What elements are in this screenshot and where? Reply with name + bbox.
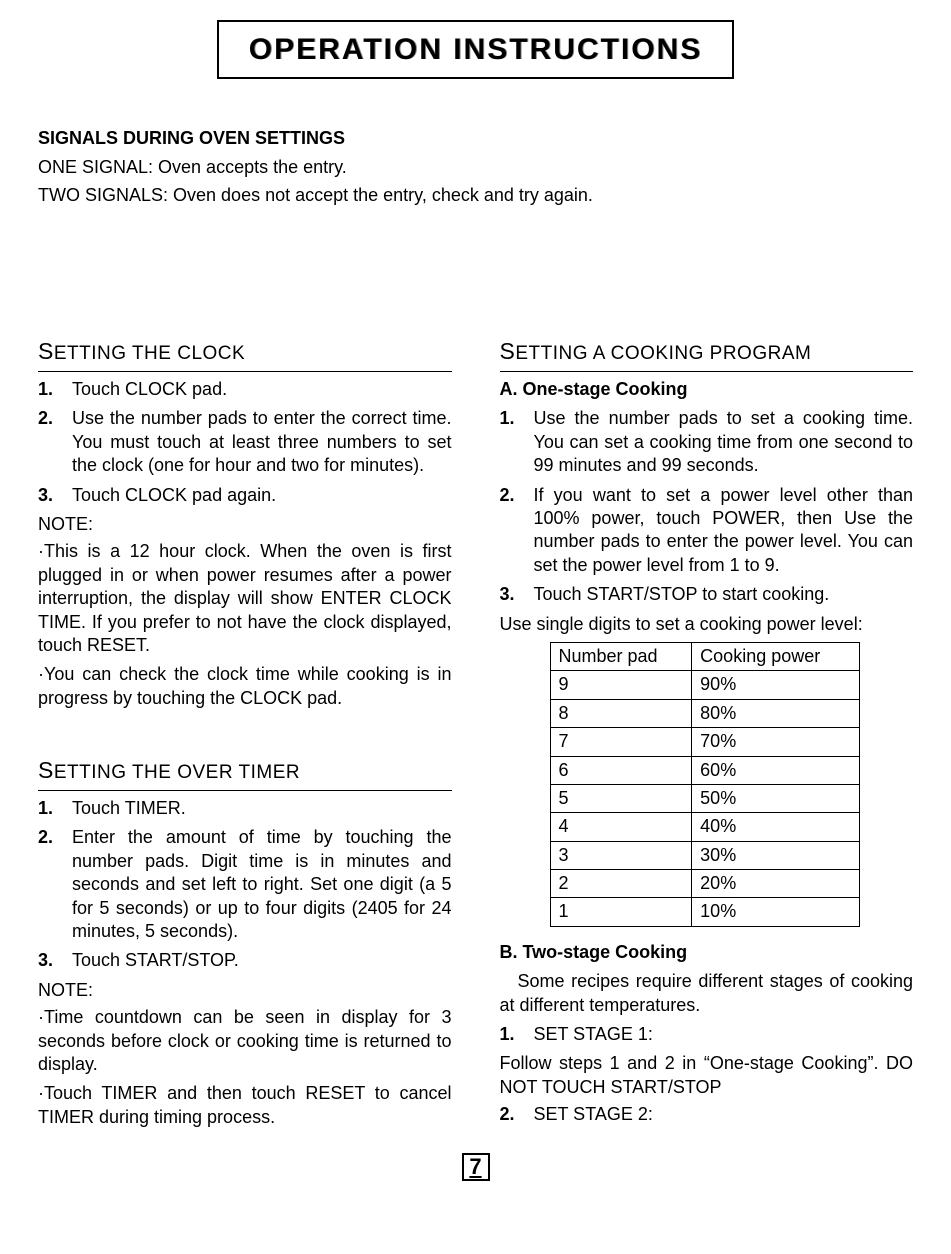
list-item: 1.Use the number pads to set a cooking t… <box>500 407 914 477</box>
section-heading-timer: SETTING THE OVER TIMER <box>38 756 452 791</box>
list-item: 2.SET STAGE 2: <box>500 1103 914 1126</box>
right-column: SETTING A COOKING PROGRAM A. One-stage C… <box>500 337 914 1135</box>
list-item: 1.Touch CLOCK pad. <box>38 378 452 401</box>
table-cell: 90% <box>692 671 859 699</box>
table-cell: 7 <box>550 728 692 756</box>
table-header: Number pad <box>550 642 692 670</box>
note-label: NOTE: <box>38 513 452 536</box>
step-number: 3. <box>38 484 72 507</box>
section-heading-cooking: SETTING A COOKING PROGRAM <box>500 337 914 372</box>
step-text: Use the number pads to set a cooking tim… <box>534 407 914 477</box>
intro-heading: SIGNALS DURING OVEN SETTINGS <box>38 127 913 150</box>
table-row: 110% <box>550 898 859 926</box>
table-cell: 3 <box>550 841 692 869</box>
intro-line-1: ONE SIGNAL: Oven accepts the entry. <box>38 156 913 179</box>
table-cell: 4 <box>550 813 692 841</box>
list-item: 3.Touch CLOCK pad again. <box>38 484 452 507</box>
table-cell: 9 <box>550 671 692 699</box>
section-heading-clock: SETTING THE CLOCK <box>38 337 452 372</box>
timer-steps: 1.Touch TIMER. 2.Enter the amount of tim… <box>38 797 452 973</box>
table-cell: 2 <box>550 870 692 898</box>
step-number: 1. <box>38 378 72 401</box>
table-row: 440% <box>550 813 859 841</box>
step-number: 3. <box>38 949 72 972</box>
table-cell: 60% <box>692 756 859 784</box>
table-cell: 80% <box>692 699 859 727</box>
heading-rest: ETTING THE OVER TIMER <box>54 762 300 783</box>
list-item: 2.If you want to set a power level other… <box>500 484 914 578</box>
table-header: Cooking power <box>692 642 859 670</box>
step-number: 1. <box>500 1023 534 1046</box>
title-box: OPERATION INSTRUCTIONS <box>217 20 734 79</box>
table-cell: 10% <box>692 898 859 926</box>
step-number: 2. <box>38 407 72 477</box>
note-bullet: ·Time countdown can be seen in display f… <box>38 1006 452 1076</box>
step-number: 2. <box>500 484 534 578</box>
cook-b-steps-2: 2.SET STAGE 2: <box>500 1103 914 1126</box>
step-number: 3. <box>500 583 534 606</box>
step-text: SET STAGE 2: <box>534 1103 914 1126</box>
heading-cap: S <box>38 757 54 783</box>
list-item: 3.Touch START/STOP. <box>38 949 452 972</box>
intro-line-2: TWO SIGNALS: Oven does not accept the en… <box>38 184 913 207</box>
table-row: 550% <box>550 784 859 812</box>
two-column-layout: SETTING THE CLOCK 1.Touch CLOCK pad. 2.U… <box>38 337 913 1135</box>
note-bullet: ·Touch TIMER and then touch RESET to can… <box>38 1082 452 1129</box>
table-row: 220% <box>550 870 859 898</box>
list-item: 2.Use the number pads to enter the corre… <box>38 407 452 477</box>
step-text: Touch CLOCK pad. <box>72 378 452 401</box>
step-text: Use the number pads to enter the correct… <box>72 407 452 477</box>
page-title: OPERATION INSTRUCTIONS <box>249 33 702 66</box>
step-text: Touch START/STOP. <box>72 949 452 972</box>
heading-cap: S <box>38 338 54 364</box>
step-number: 1. <box>38 797 72 820</box>
step-number: 1. <box>500 407 534 477</box>
table-row: 330% <box>550 841 859 869</box>
b-follow-text: Follow steps 1 and 2 in “One-stage Cooki… <box>500 1052 914 1099</box>
left-column: SETTING THE CLOCK 1.Touch CLOCK pad. 2.U… <box>38 337 452 1135</box>
cook-b-steps: 1.SET STAGE 1: <box>500 1023 914 1046</box>
table-cell: 8 <box>550 699 692 727</box>
power-table-caption: Use single digits to set a cooking power… <box>500 613 914 636</box>
table-row: 660% <box>550 756 859 784</box>
power-level-table: Number pad Cooking power 990% 880% 770% … <box>550 642 860 927</box>
step-text: Touch START/STOP to start cooking. <box>534 583 914 606</box>
step-number: 2. <box>38 826 72 943</box>
subheading-b: B. Two-stage Cooking <box>500 941 914 964</box>
step-number: 2. <box>500 1103 534 1126</box>
note-bullet: ·You can check the clock time while cook… <box>38 663 452 710</box>
step-text: Enter the amount of time by touching the… <box>72 826 452 943</box>
table-cell: 30% <box>692 841 859 869</box>
list-item: 1.SET STAGE 1: <box>500 1023 914 1046</box>
clock-steps: 1.Touch CLOCK pad. 2.Use the number pads… <box>38 378 452 507</box>
heading-rest: ETTING THE CLOCK <box>54 343 245 364</box>
intro-block: SIGNALS DURING OVEN SETTINGS ONE SIGNAL:… <box>38 127 913 207</box>
heading-rest: ETTING A COOKING PROGRAM <box>515 343 811 364</box>
subheading-a: A. One-stage Cooking <box>500 378 914 401</box>
b-intro-paragraph: Some recipes require different stages of… <box>500 970 914 1017</box>
note-label: NOTE: <box>38 979 452 1002</box>
cook-a-steps: 1.Use the number pads to set a cooking t… <box>500 407 914 606</box>
table-cell: 6 <box>550 756 692 784</box>
table-cell: 50% <box>692 784 859 812</box>
list-item: 2.Enter the amount of time by touching t… <box>38 826 452 943</box>
list-item: 3.Touch START/STOP to start cooking. <box>500 583 914 606</box>
step-text: Touch CLOCK pad again. <box>72 484 452 507</box>
table-cell: 40% <box>692 813 859 841</box>
list-item: 1.Touch TIMER. <box>38 797 452 820</box>
table-row: 880% <box>550 699 859 727</box>
heading-cap: S <box>500 338 516 364</box>
table-row: 990% <box>550 671 859 699</box>
table-cell: 20% <box>692 870 859 898</box>
table-cell: 1 <box>550 898 692 926</box>
table-row: 770% <box>550 728 859 756</box>
table-cell: 5 <box>550 784 692 812</box>
table-row: Number pad Cooking power <box>550 642 859 670</box>
step-text: Touch TIMER. <box>72 797 452 820</box>
note-bullet: ·This is a 12 hour clock. When the oven … <box>38 540 452 657</box>
page-number: 7 <box>462 1153 490 1181</box>
table-cell: 70% <box>692 728 859 756</box>
step-text: SET STAGE 1: <box>534 1023 914 1046</box>
step-text: If you want to set a power level other t… <box>534 484 914 578</box>
